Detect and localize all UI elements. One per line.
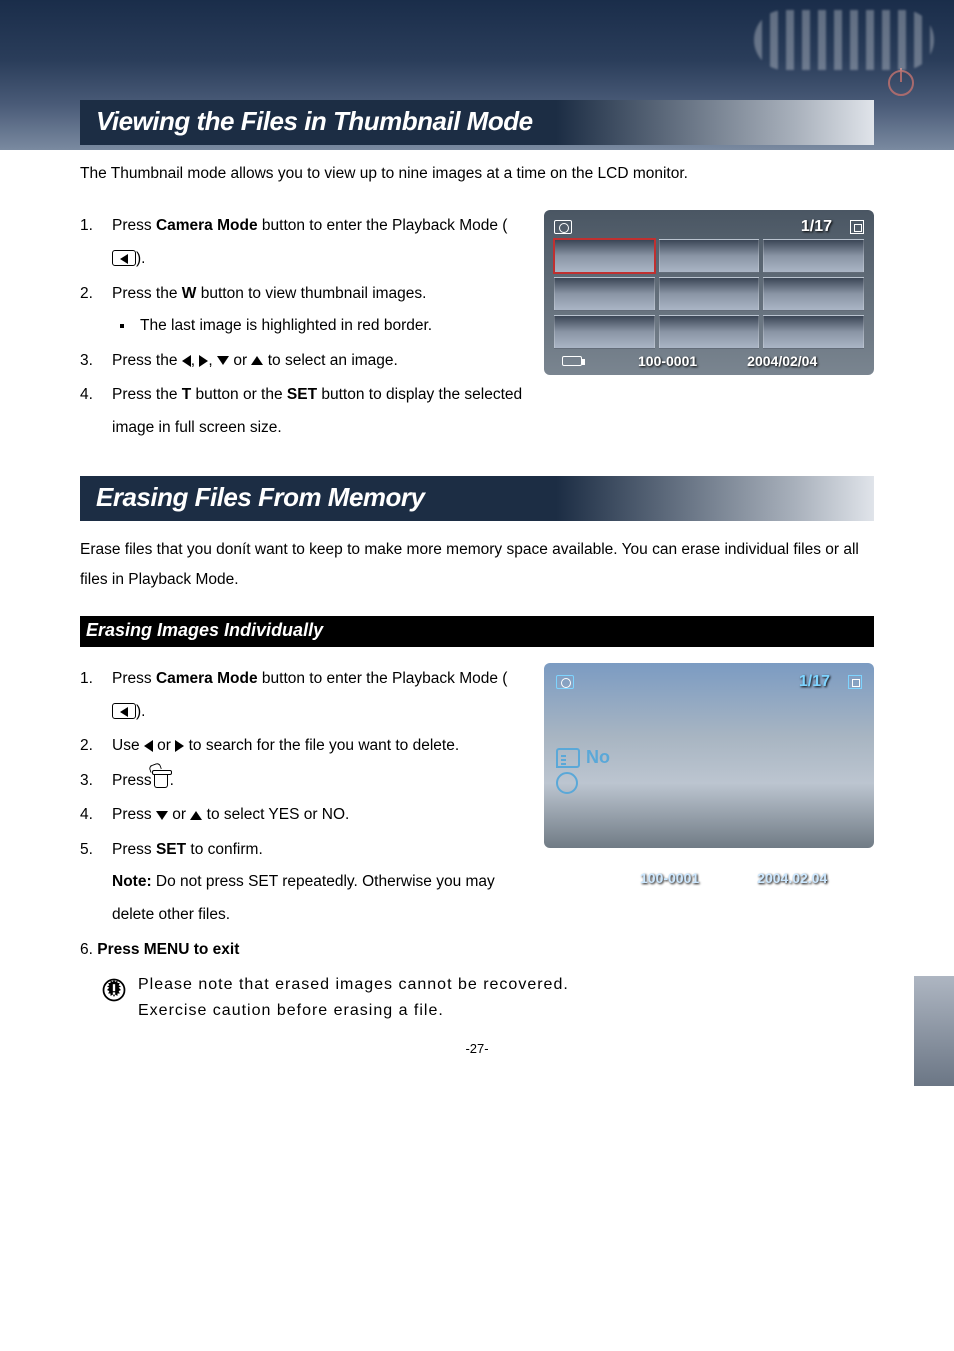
section2-intro: Erase files that you donít want to keep … <box>80 535 874 594</box>
text: Press the <box>112 386 182 403</box>
step-3: Press the , , or to select an image. <box>100 345 524 378</box>
down-arrow-icon <box>156 811 168 820</box>
battery-icon <box>562 356 582 366</box>
step-2: Use or to search for the file you want t… <box>100 730 524 763</box>
step-2: Press the W button to view thumbnail ima… <box>100 278 524 343</box>
step-4: Press or to select YES or NO. <box>100 799 524 832</box>
thumbnail-cell <box>763 239 864 273</box>
timer-icon <box>556 772 578 794</box>
thumbnail-cell <box>659 277 760 311</box>
left-arrow-icon <box>182 355 191 367</box>
focus-icon <box>848 675 862 689</box>
thumbnail-cell <box>763 315 864 349</box>
text: button to enter the Playback Mode ( <box>258 217 508 234</box>
note-text: Do not press SET repeatedly. Otherwise y… <box>112 873 495 923</box>
battery-icon <box>564 873 584 883</box>
section1-steps: Press Camera Mode button to enter the Pl… <box>80 210 524 444</box>
lcd-counter: 1/17 <box>799 673 830 691</box>
note-label: Note: <box>112 873 152 890</box>
warning-note: Please note that erased images cannot be… <box>80 972 874 1023</box>
step-1: Press Camera Mode button to enter the Pl… <box>100 210 524 275</box>
text: Press the <box>112 285 182 302</box>
text: Press <box>112 841 156 858</box>
thumbnail-grid <box>554 239 864 349</box>
lcd-date: 2004/02/04 <box>747 353 817 369</box>
delete-no-label: No <box>586 747 610 768</box>
section-title-thumbnail: Viewing the Files in Thumbnail Mode <box>80 100 874 145</box>
set-button-label: SET <box>287 386 317 403</box>
thumbnail-cell <box>763 277 864 311</box>
down-arrow-icon <box>217 356 229 365</box>
text: to search for the file you want to delet… <box>184 737 459 754</box>
up-arrow-icon <box>251 356 263 365</box>
left-arrow-icon <box>144 740 153 752</box>
camera-icon <box>554 220 572 234</box>
text: Use <box>112 737 144 754</box>
text: to select YES or NO. <box>202 806 349 823</box>
thumbnail-cell <box>659 239 760 273</box>
card-icon <box>556 748 580 768</box>
up-arrow-icon <box>190 811 202 820</box>
thumbnail-cell-selected <box>554 239 655 273</box>
step-4: Press the T button or the SET button to … <box>100 379 524 444</box>
lcd-thumbnail-screen: 1/17 100-0001 2004/02/0 <box>544 210 874 375</box>
camera-icon <box>556 675 574 689</box>
camera-mode-label: Camera Mode <box>156 217 258 234</box>
text: Press <box>112 772 152 789</box>
lcd-counter: 1/17 <box>801 218 832 236</box>
text: Press the <box>112 352 182 369</box>
text: to select an image. <box>263 352 397 369</box>
warning-icon <box>100 976 128 1004</box>
text: Press <box>112 806 156 823</box>
text: , <box>208 352 217 369</box>
text: to confirm. <box>186 841 263 858</box>
set-button-label: SET <box>156 841 186 858</box>
text: or <box>168 806 190 823</box>
camera-mode-label: Camera Mode <box>156 670 258 687</box>
warning-line-1: Please note that erased images cannot be… <box>138 972 569 998</box>
playback-icon <box>112 250 136 266</box>
section1-intro: The Thumbnail mode allows you to view up… <box>80 159 874 188</box>
lcd-date: 2004.02.04 <box>757 870 827 886</box>
right-arrow-icon <box>175 740 184 752</box>
lcd-file-number: 100-0001 <box>640 870 699 886</box>
step-6: Press MENU to exit <box>97 941 239 958</box>
section2-steps: Press Camera Mode button to enter the Pl… <box>80 663 524 931</box>
text: , <box>191 352 200 369</box>
page-body: Viewing the Files in Thumbnail Mode The … <box>0 80 954 1086</box>
step-5: Press SET to confirm. Note: Do not press… <box>100 834 524 932</box>
text: Press <box>112 670 156 687</box>
step-1: Press Camera Mode button to enter the Pl… <box>100 663 524 728</box>
text: button to view thumbnail images. <box>196 285 426 302</box>
page-number: -27- <box>80 1041 874 1056</box>
thumbnail-cell <box>554 315 655 349</box>
section-title-erasing: Erasing Files From Memory <box>80 476 874 521</box>
thumbnail-cell <box>659 315 760 349</box>
lcd-file-number: 100-0001 <box>638 353 697 369</box>
trash-icon <box>154 774 168 788</box>
text: ). <box>136 703 145 720</box>
text: button or the <box>191 386 287 403</box>
w-button-label: W <box>182 285 197 302</box>
focus-icon <box>850 220 864 234</box>
t-button-label: T <box>182 386 191 403</box>
text: ). <box>136 250 145 267</box>
subheading-erase-individual: Erasing Images Individually <box>80 616 874 647</box>
text: or <box>153 737 175 754</box>
lcd-delete-screen: 1/17 No 100-0001 2004.02.04 <box>544 663 874 848</box>
thumbnail-cell <box>554 277 655 311</box>
text: Press <box>112 217 156 234</box>
step-3: Press. <box>100 765 524 798</box>
step-2-sub: The last image is highlighted in red bor… <box>124 310 524 343</box>
page-edge-shade <box>914 976 954 1086</box>
playback-icon <box>112 703 136 719</box>
text: or <box>229 352 251 369</box>
warning-line-2: Exercise caution before erasing a file. <box>138 998 569 1024</box>
text: button to enter the Playback Mode ( <box>258 670 508 687</box>
